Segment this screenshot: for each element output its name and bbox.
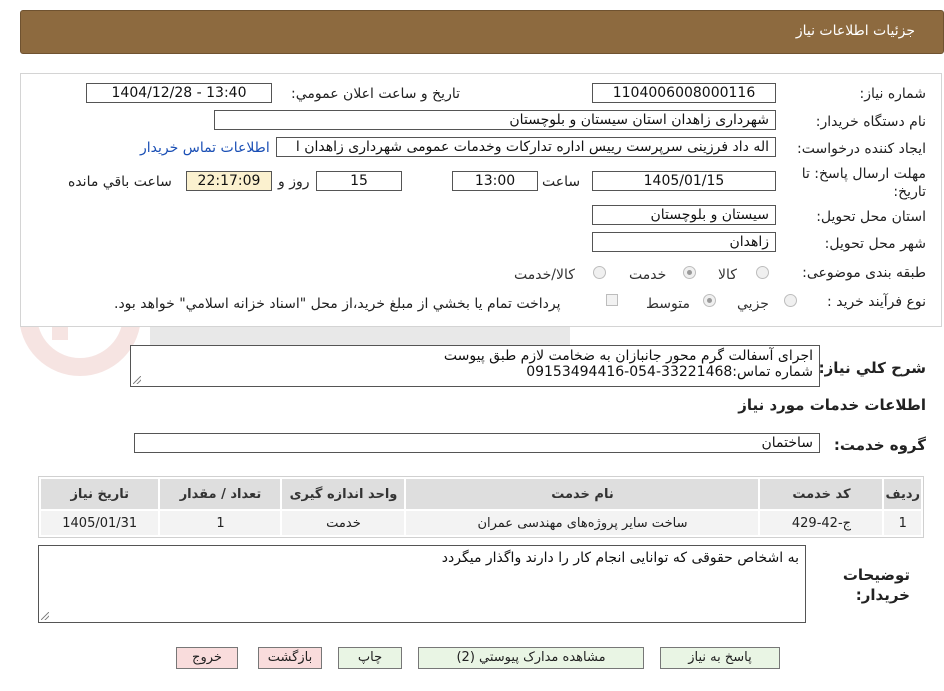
table-header-row: رديف کد خدمت نام خدمت واحد اندازه گيری ت… bbox=[41, 479, 921, 509]
cell-quantity: 1 bbox=[160, 511, 281, 535]
buyer-contact-link[interactable]: اطلاعات تماس خريدار bbox=[140, 140, 270, 156]
requester-field: اله داد فرزینی سرپرست رییس اداره تدارکات… bbox=[276, 137, 776, 157]
category-radio-service[interactable] bbox=[683, 266, 696, 279]
col-unit: واحد اندازه گيری bbox=[282, 479, 405, 509]
payment-note: پرداخت تمام يا بخشي از مبلغ خريد،از محل … bbox=[114, 296, 561, 312]
process-radio-medium[interactable] bbox=[703, 294, 716, 307]
cell-service-code: ج-42-429 bbox=[760, 511, 883, 535]
cell-service-name: ساخت ساير پروژه‌های مهندسی عمران bbox=[406, 511, 759, 535]
service-group-label: گروه خدمت: bbox=[833, 436, 926, 454]
description-line-1: اجرای آسفالت گرم محور جانبازان به ضخامت … bbox=[443, 348, 813, 364]
process-label: نوع فرآيند خريد : bbox=[827, 294, 926, 310]
cell-row-number: 1 bbox=[884, 511, 921, 535]
reply-button[interactable]: پاسخ به نياز bbox=[660, 647, 780, 669]
back-button[interactable]: بازگشت bbox=[258, 647, 322, 669]
category-radio-both[interactable] bbox=[593, 266, 606, 279]
col-service-code: کد خدمت bbox=[760, 479, 883, 509]
treasury-checkbox[interactable] bbox=[606, 294, 618, 306]
services-title: اطلاعات خدمات مورد نياز bbox=[738, 396, 926, 414]
service-group-field: ساختمان bbox=[134, 433, 820, 453]
deadline-label: مهلت ارسال پاسخ: تا تاريخ: bbox=[801, 166, 926, 200]
exit-button[interactable]: خروج bbox=[176, 647, 238, 669]
city-label: شهر محل تحويل: bbox=[824, 236, 926, 252]
city-field: زاهدان bbox=[592, 232, 776, 252]
announce-label: تاريخ و ساعت اعلان عمومي: bbox=[291, 86, 460, 102]
col-quantity: تعداد / مقدار bbox=[160, 479, 281, 509]
remaining-time-field: 22:17:09 bbox=[186, 171, 272, 191]
process-option-medium: متوسط bbox=[646, 296, 690, 312]
col-row-number: رديف bbox=[884, 479, 921, 509]
buyer-notes-label-2: خريدار: bbox=[855, 586, 910, 604]
need-number-field: 1104006008000116 bbox=[592, 83, 776, 103]
need-number-label: شماره نياز: bbox=[859, 86, 927, 102]
description-textarea[interactable]: اجرای آسفالت گرم محور جانبازان به ضخامت … bbox=[130, 345, 820, 387]
deadline-time-label: ساعت bbox=[542, 174, 581, 190]
province-field: سيستان و بلوچستان bbox=[592, 205, 776, 225]
attachments-button[interactable]: مشاهده مدارک پيوستي (2) bbox=[418, 647, 644, 669]
deadline-time-field: 13:00 bbox=[452, 171, 538, 191]
category-option-goods: کالا bbox=[718, 267, 737, 283]
buyer-notes-text: به اشخاص حقوقی که توانایی انجام کار را د… bbox=[441, 550, 799, 566]
category-option-service: خدمت bbox=[629, 267, 667, 283]
col-service-name: نام خدمت bbox=[406, 479, 759, 509]
cell-need-date: 1405/01/31 bbox=[41, 511, 159, 535]
category-radio-goods[interactable] bbox=[756, 266, 769, 279]
cell-unit: خدمت bbox=[282, 511, 405, 535]
process-radio-minor[interactable] bbox=[784, 294, 797, 307]
print-button[interactable]: چاپ bbox=[338, 647, 402, 669]
category-option-both: کالا/خدمت bbox=[514, 267, 575, 283]
description-label: شرح کلي نياز: bbox=[818, 359, 926, 377]
resize-grip-icon[interactable] bbox=[41, 612, 49, 620]
announce-field: 1404/12/28 - 13:40 bbox=[86, 83, 272, 103]
buyer-notes-label-1: توضيحات bbox=[842, 566, 910, 584]
page-title: جزئيات اطلاعات نياز bbox=[795, 23, 915, 39]
page-header: جزئيات اطلاعات نياز bbox=[20, 10, 944, 54]
remaining-label: ساعت باقي مانده bbox=[68, 174, 172, 190]
services-table: رديف کد خدمت نام خدمت واحد اندازه گيری ت… bbox=[38, 476, 924, 538]
resize-grip-icon[interactable] bbox=[133, 376, 141, 384]
buyer-org-field: شهرداری زاهدان استان سيستان و بلوچستان bbox=[214, 110, 776, 130]
category-label: طبقه بندی موضوعی: bbox=[802, 265, 926, 281]
province-label: استان محل تحويل: bbox=[816, 209, 926, 225]
days-label: روز و bbox=[278, 174, 310, 190]
requester-label: ايجاد کننده درخواست: bbox=[797, 141, 926, 157]
buyer-notes-textarea[interactable]: به اشخاص حقوقی که توانایی انجام کار را د… bbox=[38, 545, 806, 623]
days-field: 15 bbox=[316, 171, 402, 191]
buyer-org-label: نام دستگاه خريدار: bbox=[815, 114, 926, 130]
table-row: 1 ج-42-429 ساخت ساير پروژه‌های مهندسی عم… bbox=[41, 511, 921, 535]
description-line-2: شماره تماس:33221468-054-09153494416 bbox=[526, 364, 813, 380]
col-need-date: تاريخ نياز bbox=[41, 479, 159, 509]
deadline-date-field: 1405/01/15 bbox=[592, 171, 776, 191]
process-option-minor: جزيي bbox=[737, 296, 769, 312]
